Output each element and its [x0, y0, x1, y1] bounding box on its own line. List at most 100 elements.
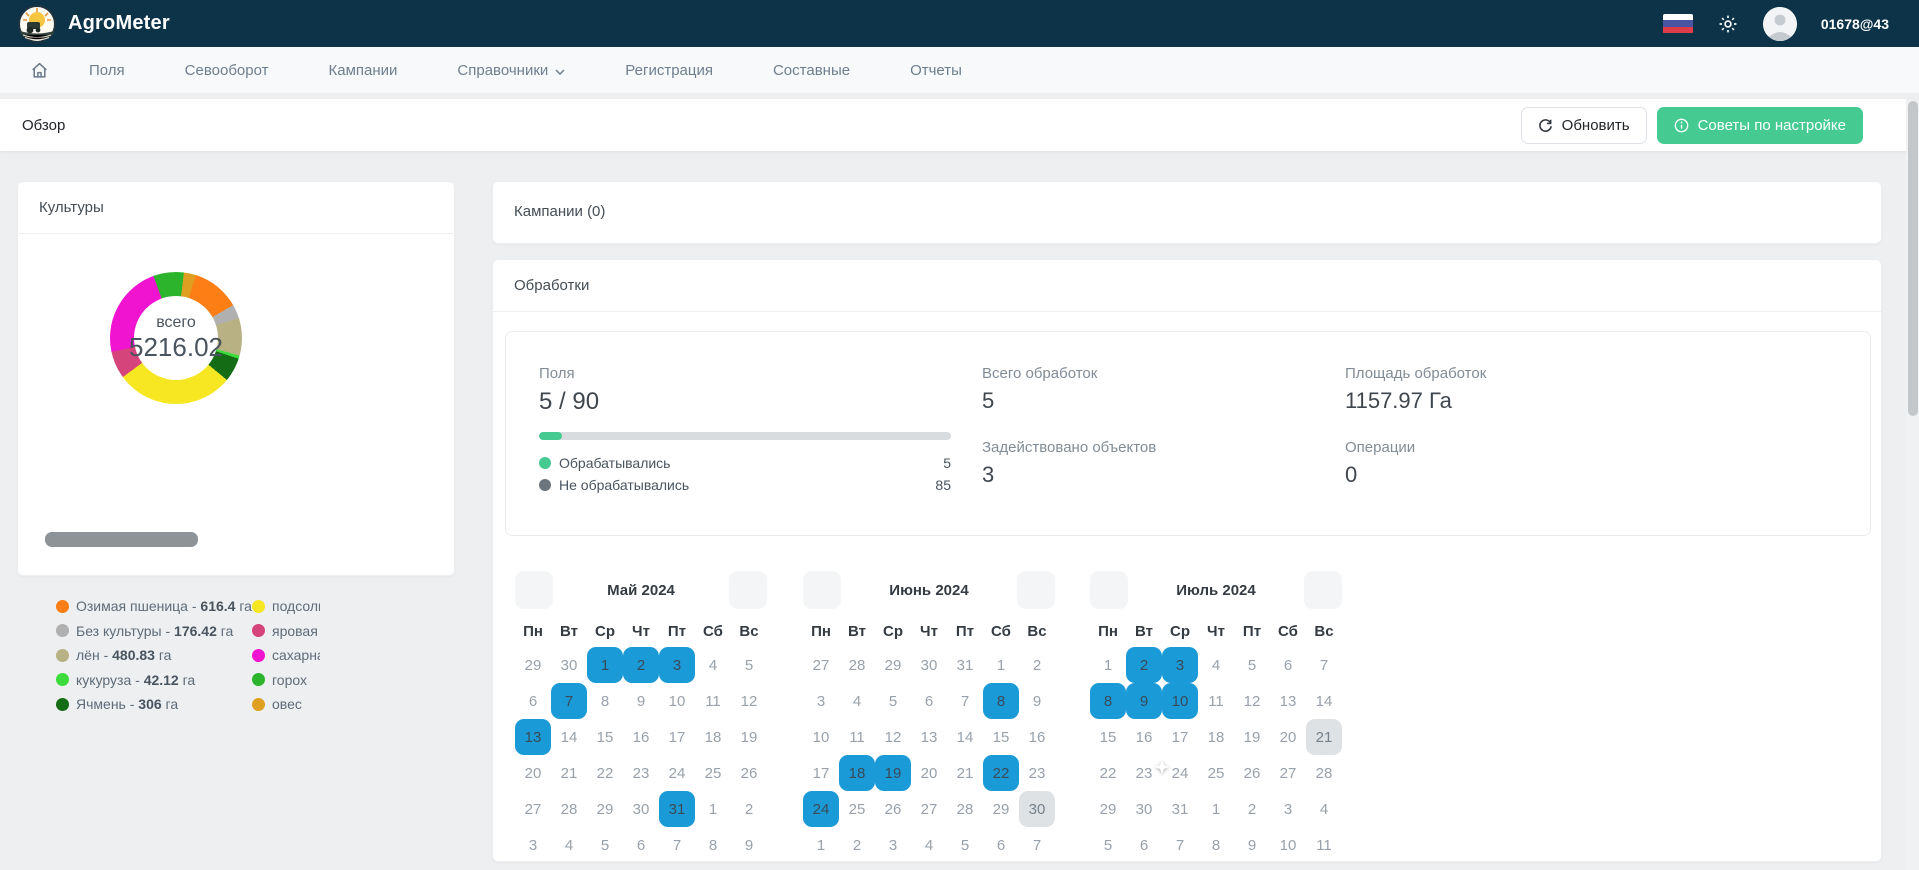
- calendar-day[interactable]: 9: [1019, 683, 1055, 719]
- calendar-day[interactable]: 17: [659, 719, 695, 755]
- calendar-day[interactable]: 13: [515, 719, 551, 755]
- calendar-day[interactable]: 10: [659, 683, 695, 719]
- calendar-day[interactable]: 10: [1162, 683, 1198, 719]
- calendar-day[interactable]: 11: [1198, 683, 1234, 719]
- calendar-day[interactable]: 23: [623, 755, 659, 791]
- page-scrollbar[interactable]: [1906, 99, 1919, 870]
- calendar-prev-button[interactable]: [803, 571, 841, 609]
- calendar-day[interactable]: 1: [1090, 647, 1126, 683]
- calendar-day[interactable]: 5: [731, 647, 767, 683]
- calendar-day[interactable]: 14: [551, 719, 587, 755]
- calendar-day[interactable]: 27: [515, 791, 551, 827]
- calendar-day[interactable]: 5: [587, 827, 623, 863]
- calendar-day[interactable]: 24: [659, 755, 695, 791]
- calendar-day[interactable]: 2: [1019, 647, 1055, 683]
- calendar-day[interactable]: 24: [803, 791, 839, 827]
- calendar-day[interactable]: 2: [1126, 647, 1162, 683]
- calendar-day[interactable]: 16: [1126, 719, 1162, 755]
- calendar-day[interactable]: 17: [1162, 719, 1198, 755]
- calendar-next-button[interactable]: [1017, 571, 1055, 609]
- calendar-day[interactable]: 30: [623, 791, 659, 827]
- calendar-day[interactable]: 28: [839, 647, 875, 683]
- calendar-day[interactable]: 19: [875, 755, 911, 791]
- calendar-day[interactable]: 30: [911, 647, 947, 683]
- calendar-day[interactable]: 25: [839, 791, 875, 827]
- calendar-day[interactable]: 25: [695, 755, 731, 791]
- user-avatar[interactable]: [1763, 7, 1797, 41]
- calendar-day[interactable]: 2: [623, 647, 659, 683]
- calendar-prev-button[interactable]: [1090, 571, 1128, 609]
- calendar-day[interactable]: 5: [1234, 647, 1270, 683]
- calendar-day[interactable]: 11: [695, 683, 731, 719]
- calendar-day[interactable]: 2: [1234, 791, 1270, 827]
- calendar-day[interactable]: 30: [1126, 791, 1162, 827]
- calendar-day[interactable]: 31: [1162, 791, 1198, 827]
- calendar-day[interactable]: 19: [1234, 719, 1270, 755]
- calendar-day[interactable]: 6: [983, 827, 1019, 863]
- calendar-day[interactable]: 30: [1019, 791, 1055, 827]
- calendar-day[interactable]: 14: [1306, 683, 1342, 719]
- calendar-day[interactable]: 20: [1270, 719, 1306, 755]
- calendar-day[interactable]: 4: [1198, 647, 1234, 683]
- calendar-day[interactable]: 26: [875, 791, 911, 827]
- calendar-day[interactable]: 8: [587, 683, 623, 719]
- calendar-day[interactable]: 10: [1270, 827, 1306, 863]
- calendar-day[interactable]: 7: [1306, 647, 1342, 683]
- calendar-day[interactable]: 3: [803, 683, 839, 719]
- calendar-day[interactable]: 3: [659, 647, 695, 683]
- calendar-day[interactable]: 7: [1019, 827, 1055, 863]
- calendar-day[interactable]: 22: [587, 755, 623, 791]
- cultures-horizontal-scrollbar-thumb[interactable]: [45, 532, 198, 547]
- calendar-day[interactable]: 8: [1198, 827, 1234, 863]
- calendar-day[interactable]: 13: [911, 719, 947, 755]
- calendar-day[interactable]: 26: [731, 755, 767, 791]
- setup-tips-button[interactable]: Советы по настройке: [1657, 107, 1863, 144]
- calendar-day[interactable]: 26: [1234, 755, 1270, 791]
- calendar-day[interactable]: 2: [731, 791, 767, 827]
- calendar-day[interactable]: 5: [947, 827, 983, 863]
- calendar-day[interactable]: 9: [1234, 827, 1270, 863]
- calendar-day[interactable]: 24: [1162, 755, 1198, 791]
- calendar-day[interactable]: 29: [875, 647, 911, 683]
- language-flag-icon[interactable]: [1663, 14, 1693, 34]
- calendar-day[interactable]: 1: [587, 647, 623, 683]
- calendar-day[interactable]: 16: [1019, 719, 1055, 755]
- calendar-day[interactable]: 18: [695, 719, 731, 755]
- calendar-day[interactable]: 22: [983, 755, 1019, 791]
- calendar-day[interactable]: 22: [1090, 755, 1126, 791]
- calendar-day[interactable]: 9: [731, 827, 767, 863]
- page-scrollbar-thumb[interactable]: [1908, 101, 1918, 416]
- calendar-day[interactable]: 12: [731, 683, 767, 719]
- calendar-day[interactable]: 2: [839, 827, 875, 863]
- nav-item-6[interactable]: Отчеты: [880, 62, 992, 79]
- calendar-day[interactable]: 23: [1126, 755, 1162, 791]
- calendar-next-button[interactable]: [1304, 571, 1342, 609]
- calendar-day[interactable]: 5: [1090, 827, 1126, 863]
- calendar-day[interactable]: 3: [1270, 791, 1306, 827]
- calendar-day[interactable]: 13: [1270, 683, 1306, 719]
- calendar-day[interactable]: 5: [875, 683, 911, 719]
- nav-item-0[interactable]: Поля: [59, 62, 155, 79]
- calendar-day[interactable]: 3: [515, 827, 551, 863]
- calendar-day[interactable]: 4: [551, 827, 587, 863]
- calendar-day[interactable]: 7: [659, 827, 695, 863]
- calendar-day[interactable]: 4: [911, 827, 947, 863]
- calendar-day[interactable]: 17: [803, 755, 839, 791]
- calendar-day[interactable]: 7: [947, 683, 983, 719]
- calendar-day[interactable]: 8: [983, 683, 1019, 719]
- calendar-day[interactable]: 29: [587, 791, 623, 827]
- calendar-day[interactable]: 1: [803, 827, 839, 863]
- calendar-day[interactable]: 3: [1162, 647, 1198, 683]
- calendar-day[interactable]: 8: [1090, 683, 1126, 719]
- calendar-day[interactable]: 28: [947, 791, 983, 827]
- home-icon[interactable]: [20, 61, 59, 80]
- nav-item-3[interactable]: Справочники: [427, 62, 595, 79]
- calendar-day[interactable]: 12: [1234, 683, 1270, 719]
- calendar-day[interactable]: 9: [1126, 683, 1162, 719]
- calendar-day[interactable]: 9: [623, 683, 659, 719]
- calendar-day[interactable]: 28: [1306, 755, 1342, 791]
- settings-gear-icon[interactable]: [1717, 13, 1739, 35]
- calendar-day[interactable]: 31: [947, 647, 983, 683]
- calendar-day[interactable]: 29: [1090, 791, 1126, 827]
- calendar-day[interactable]: 1: [1198, 791, 1234, 827]
